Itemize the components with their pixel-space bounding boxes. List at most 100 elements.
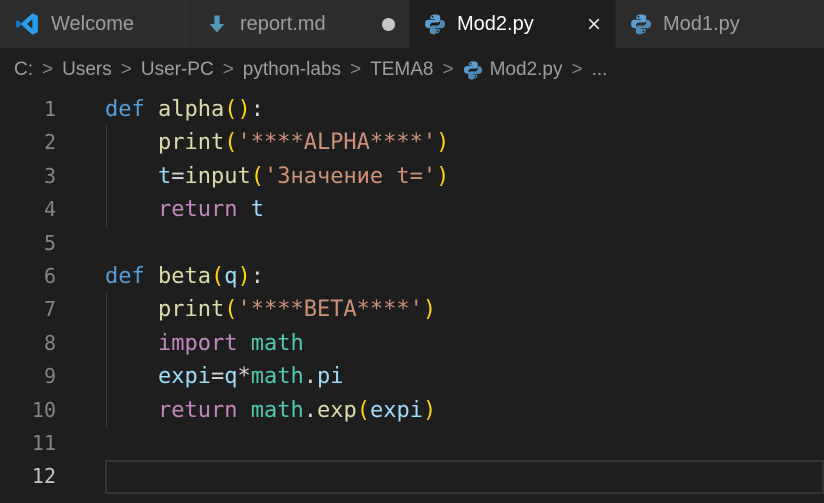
line-number: 11 <box>0 427 56 460</box>
line-number: 8 <box>0 327 56 360</box>
indent-guide <box>106 126 107 159</box>
code-token <box>145 264 158 289</box>
code-line-content: print('****BETA****') <box>105 293 824 326</box>
code-line[interactable]: 5 <box>0 227 824 260</box>
code-token: 'Значение t=' <box>264 164 436 189</box>
code-token: : <box>251 97 264 122</box>
code-token: math <box>251 331 304 356</box>
code-token: . <box>304 398 317 423</box>
tab-label: Welcome <box>51 13 134 36</box>
indent-guide <box>106 327 107 360</box>
breadcrumb-item-symbol-ellipsis[interactable]: ... <box>592 59 608 81</box>
code-line[interactable]: 7 print('****BETA****') <box>0 293 824 326</box>
line-number: 9 <box>0 360 56 393</box>
code-token: math <box>251 364 304 389</box>
breadcrumb-item-python-labs[interactable]: python-labs <box>243 59 341 81</box>
line-number: 12 <box>0 460 56 493</box>
code-token: t <box>158 164 171 189</box>
indent-guide <box>106 293 107 326</box>
code-token: return <box>158 398 237 423</box>
chevron-right-icon: > <box>571 59 582 81</box>
code-line-content <box>105 227 824 260</box>
code-token: ( <box>357 398 370 423</box>
code-line[interactable]: 2 print('****ALPHA****') <box>0 126 824 159</box>
code-token <box>237 331 250 356</box>
indent-guide <box>106 193 107 226</box>
code-line[interactable]: 6 def beta(q): <box>0 260 824 293</box>
code-line-content: expi=q*math.pi <box>105 360 824 393</box>
code-token: pi <box>317 364 344 389</box>
indent-guide <box>106 160 107 193</box>
code-line[interactable]: 1def alpha(): <box>0 93 824 126</box>
code-token: t <box>251 197 264 222</box>
code-token: def <box>105 97 145 122</box>
modified-dot[interactable] <box>379 15 397 33</box>
code-editor[interactable]: 1def alpha():2 print('****ALPHA****')3 t… <box>0 92 824 503</box>
code-token: q <box>224 264 237 289</box>
breadcrumb-item-user-pc[interactable]: User-PC <box>141 59 214 81</box>
chevron-right-icon: > <box>350 59 361 81</box>
code-line[interactable]: 3 t=input('Значение t=') <box>0 160 824 193</box>
tab-mod1-py[interactable]: Mod1.py <box>616 0 824 48</box>
code-line-content: return math.exp(expi) <box>105 394 824 427</box>
code-token: ) <box>423 297 436 322</box>
code-token <box>105 398 158 423</box>
code-line[interactable]: 12 <box>0 460 824 493</box>
tab-bar: Welcome report.md Mod2.py <box>0 0 824 48</box>
chevron-right-icon: > <box>223 59 234 81</box>
code-line-content: print('****ALPHA****') <box>105 126 824 159</box>
code-token: ( <box>211 264 224 289</box>
markdown-icon <box>205 12 229 36</box>
line-number: 1 <box>0 93 56 126</box>
breadcrumb-item-file[interactable]: Mod2.py <box>490 59 563 81</box>
code-line-content: def beta(q): <box>105 260 824 293</box>
python-icon <box>424 13 446 35</box>
code-token: exp <box>317 398 357 423</box>
code-token: : <box>251 264 264 289</box>
breadcrumb-item-users[interactable]: Users <box>62 59 112 81</box>
code-token: ( <box>224 297 237 322</box>
code-token: expi <box>370 398 423 423</box>
code-token <box>237 197 250 222</box>
indent-guide <box>106 360 107 393</box>
breadcrumb-item-drive[interactable]: C: <box>14 59 33 81</box>
code-line[interactable]: 10 return math.exp(expi) <box>0 394 824 427</box>
vscode-logo-icon <box>14 11 40 37</box>
python-icon <box>630 13 652 35</box>
code-token <box>145 97 158 122</box>
code-token: import <box>158 331 237 356</box>
code-line[interactable]: 8 import math <box>0 327 824 360</box>
code-token <box>237 398 250 423</box>
chevron-right-icon: > <box>121 59 132 81</box>
tab-welcome[interactable]: Welcome <box>0 0 191 48</box>
chevron-right-icon: > <box>443 59 454 81</box>
code-token: ) <box>423 398 436 423</box>
code-token: q <box>224 364 237 389</box>
code-token <box>105 331 158 356</box>
tab-right-slot <box>794 15 812 33</box>
code-token: '****BETA****' <box>237 297 422 322</box>
close-icon[interactable] <box>585 15 603 33</box>
code-line[interactable]: 9 expi=q*math.pi <box>0 360 824 393</box>
code-token: ) <box>436 164 449 189</box>
tab-mod2-py[interactable]: Mod2.py <box>410 0 616 48</box>
code-token: . <box>304 364 317 389</box>
code-token: beta <box>158 264 211 289</box>
code-token: * <box>237 364 250 389</box>
code-line[interactable]: 11 <box>0 427 824 460</box>
tab-report-md[interactable]: report.md <box>191 0 410 48</box>
line-number: 4 <box>0 193 56 226</box>
code-token <box>105 364 158 389</box>
code-token: math <box>251 398 304 423</box>
breadcrumb-item-tema8[interactable]: TEMA8 <box>370 59 433 81</box>
code-token: = <box>211 364 224 389</box>
code-line[interactable]: 4 return t <box>0 193 824 226</box>
code-token <box>105 130 158 155</box>
python-icon <box>463 60 483 80</box>
line-number: 6 <box>0 260 56 293</box>
code-line-content: return t <box>105 193 824 226</box>
line-number: 7 <box>0 293 56 326</box>
vscode-window: Welcome report.md Mod2.py <box>0 0 824 503</box>
tab-label: Mod1.py <box>663 13 740 36</box>
line-number: 2 <box>0 126 56 159</box>
